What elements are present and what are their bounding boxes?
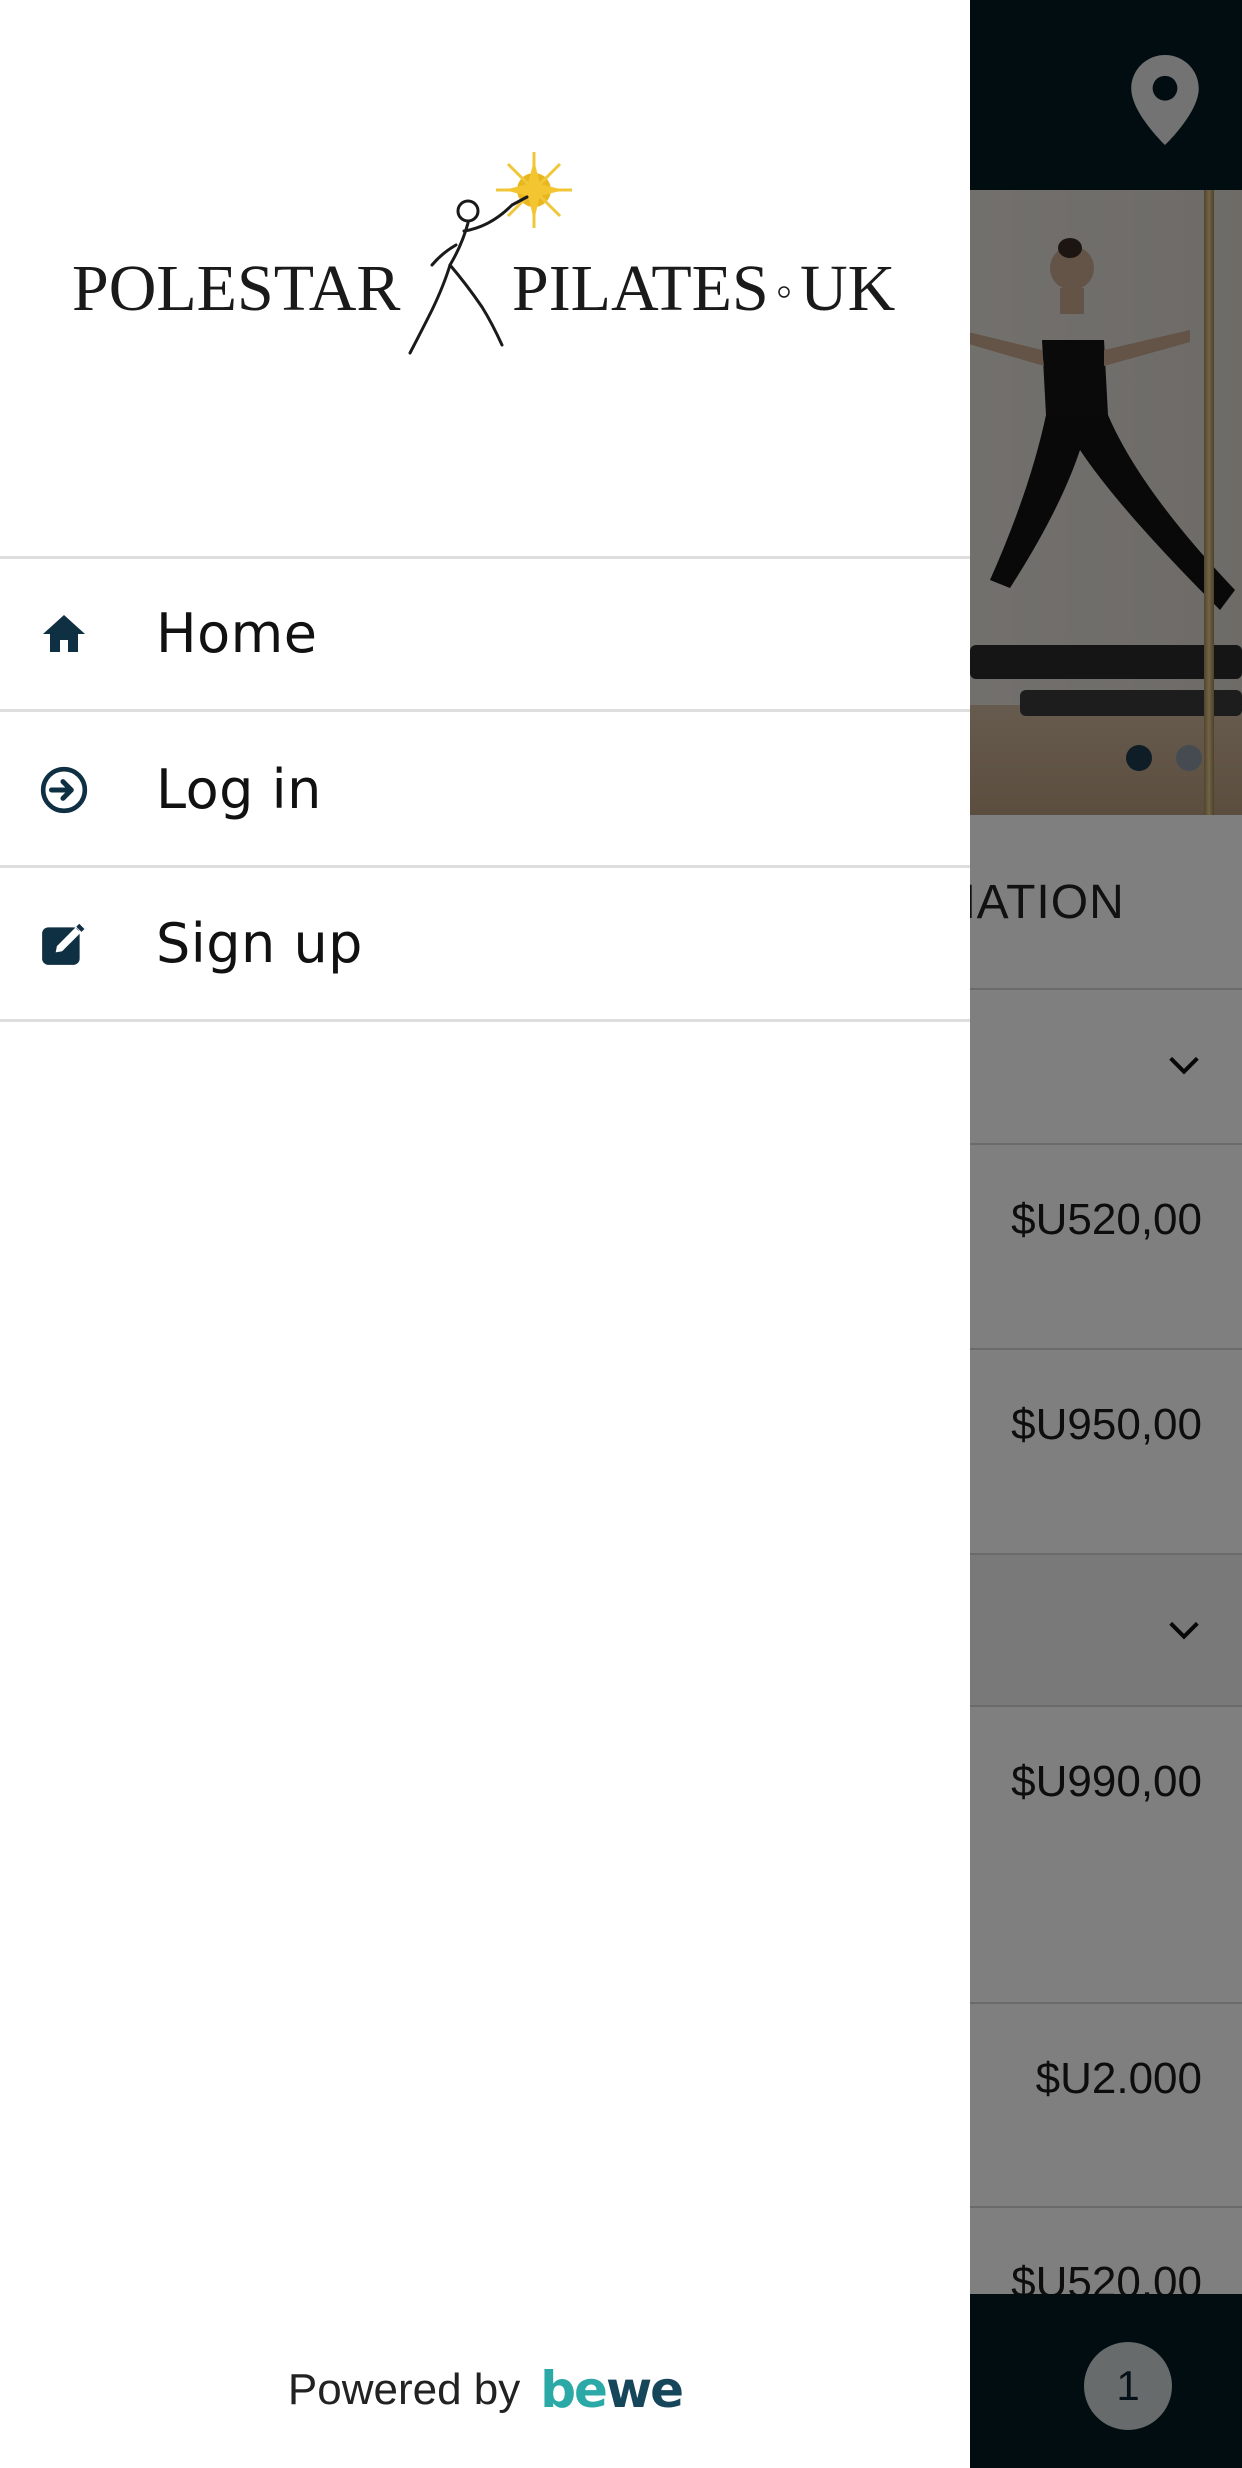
- edit-square-icon: [36, 916, 92, 972]
- polestar-pilates-logo: POLESTAR PILATES UK: [72, 135, 898, 365]
- login-icon: [36, 762, 92, 818]
- navigation-drawer: POLESTAR PILATES UK Home Log in Sign up …: [0, 0, 970, 2468]
- menu-item-label: Log in: [156, 758, 322, 821]
- bewe-logo: bewe: [540, 2361, 684, 2419]
- powered-by-label: Powered by: [287, 2365, 521, 2414]
- logo-left-text: POLESTAR: [72, 252, 400, 325]
- home-icon: [36, 606, 92, 662]
- menu-item-label: Home: [156, 602, 318, 665]
- menu-item-signup[interactable]: Sign up: [0, 868, 970, 1022]
- menu-item-login[interactable]: Log in: [0, 714, 970, 868]
- menu-item-home[interactable]: Home: [0, 558, 970, 712]
- logo-suffix-text: UK: [800, 252, 895, 325]
- powered-by-footer[interactable]: Powered by bewe: [0, 2355, 970, 2425]
- menu-item-label: Sign up: [156, 912, 363, 975]
- logo-right-text: PILATES: [512, 252, 769, 325]
